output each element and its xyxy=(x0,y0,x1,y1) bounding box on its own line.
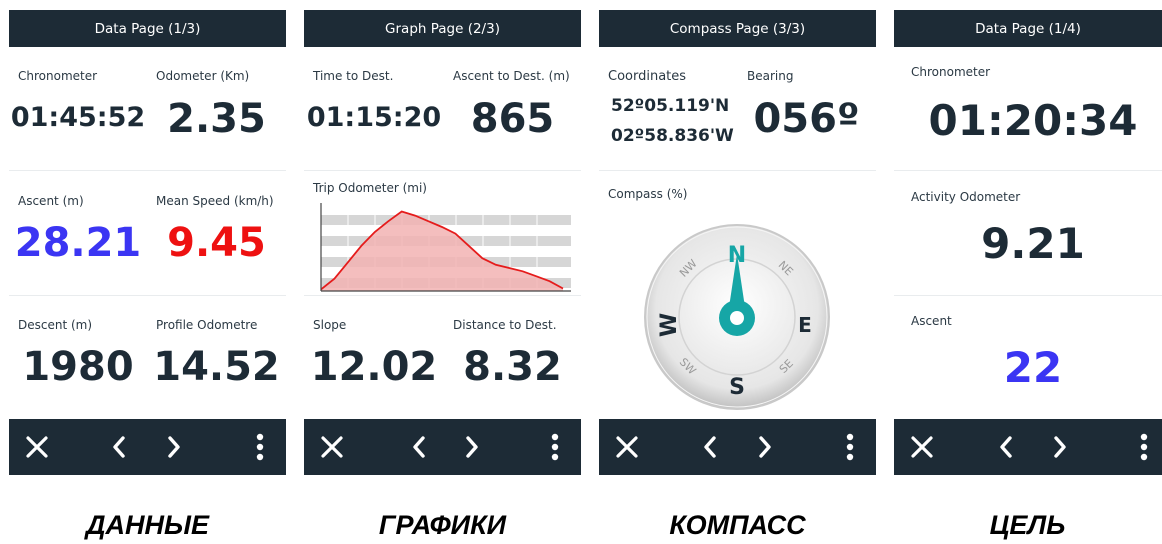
field-value: 1980 xyxy=(22,344,134,390)
screen-data-page-4: Data Page (1/4) Chronometer 01:20:34 Act… xyxy=(894,10,1162,475)
previous-page-button[interactable] xyxy=(101,419,137,475)
title-bar: Compass Page (3/3) xyxy=(599,10,876,47)
field-label: Ascent xyxy=(911,314,952,328)
chevron-right-icon xyxy=(466,436,478,458)
page-title: Data Page (1/4) xyxy=(975,20,1081,37)
graph-label: Trip Odometer (mi) xyxy=(313,181,427,195)
close-icon xyxy=(911,436,933,458)
divider xyxy=(894,170,1162,171)
chevron-left-icon xyxy=(113,436,125,458)
bearing-value: 056º xyxy=(753,96,860,142)
field-value: 14.52 xyxy=(153,344,280,390)
page-title: Compass Page (3/3) xyxy=(669,20,806,37)
field-label: Time to Dest. xyxy=(313,69,394,83)
divider xyxy=(894,295,1162,296)
caption: ГРАФИКИ xyxy=(378,510,507,540)
bottom-toolbar xyxy=(304,419,581,475)
coordinates-label: Coordinates xyxy=(608,69,687,84)
screen-graph-page: Graph Page (2/3) Time to Dest. Ascent to… xyxy=(304,10,581,475)
caption: ДАННЫЕ xyxy=(85,510,209,540)
field-label: Chronometer xyxy=(18,69,98,83)
cardinal-n: N xyxy=(728,243,746,268)
field-label: Distance to Dest. xyxy=(453,318,557,332)
close-button[interactable] xyxy=(9,419,65,475)
field-label: Odometer (Km) xyxy=(156,69,250,83)
bottom-toolbar xyxy=(894,419,1162,475)
chevron-right-icon xyxy=(168,436,180,458)
field-value: 9.21 xyxy=(981,219,1085,268)
more-options-button[interactable] xyxy=(242,419,278,475)
field-label: Chronometer xyxy=(911,65,991,79)
page-title: Graph Page (2/3) xyxy=(385,20,500,37)
compass-dial: N S E W NW NE SW SE xyxy=(644,224,830,410)
field-value: 22 xyxy=(1003,343,1063,392)
compass-label: Compass (%) xyxy=(608,187,688,201)
field-value: 2.35 xyxy=(167,96,266,142)
cardinal-w: W xyxy=(657,313,682,337)
field-value: 12.02 xyxy=(310,344,438,390)
bottom-toolbar xyxy=(599,419,876,475)
chevron-left-icon xyxy=(1000,436,1012,458)
field-value: 01:45:52 xyxy=(10,102,146,133)
field-value: 01:20:34 xyxy=(928,96,1138,145)
field-label: Descent (m) xyxy=(18,318,93,332)
close-button[interactable] xyxy=(894,419,950,475)
chevron-right-icon xyxy=(1054,436,1066,458)
field-label: Slope xyxy=(313,318,347,332)
close-button[interactable] xyxy=(599,419,655,475)
more-options-button[interactable] xyxy=(537,419,573,475)
more-options-button[interactable] xyxy=(832,419,868,475)
field-value: 01:15:20 xyxy=(306,102,442,133)
more-vertical-icon xyxy=(1140,433,1148,461)
close-button[interactable] xyxy=(304,419,360,475)
chevron-left-icon xyxy=(704,436,716,458)
divider xyxy=(304,170,581,171)
title-bar: Data Page (1/4) xyxy=(894,10,1162,47)
previous-page-button[interactable] xyxy=(988,419,1024,475)
more-options-button[interactable] xyxy=(1126,419,1162,475)
more-vertical-icon xyxy=(256,433,264,461)
divider xyxy=(9,170,286,171)
cardinal-s: S xyxy=(729,375,745,400)
field-value: 28.21 xyxy=(14,220,142,266)
field-label: Profile Odometre xyxy=(156,318,258,332)
field-label: Ascent (m) xyxy=(18,194,84,208)
next-page-button[interactable] xyxy=(1042,419,1078,475)
cardinal-e: E xyxy=(798,313,812,337)
divider xyxy=(599,170,876,171)
screen-data-page-1: Data Page (1/3) Chronometer Odometer (Km… xyxy=(9,10,286,475)
chevron-left-icon xyxy=(413,436,425,458)
more-vertical-icon xyxy=(846,433,854,461)
field-value: 9.45 xyxy=(167,220,266,266)
title-bar: Data Page (1/3) xyxy=(9,10,286,47)
next-page-button[interactable] xyxy=(454,419,490,475)
caption: ЦЕЛЬ xyxy=(989,510,1066,540)
trip-odometer-graph xyxy=(320,203,571,292)
previous-page-button[interactable] xyxy=(401,419,437,475)
screen-compass-page: Compass Page (3/3) Coordinates Bearing 5… xyxy=(599,10,876,475)
bearing-label: Bearing xyxy=(747,69,794,83)
next-page-button[interactable] xyxy=(747,419,783,475)
title-bar: Graph Page (2/3) xyxy=(304,10,581,47)
divider xyxy=(9,295,286,296)
field-value: 8.32 xyxy=(463,344,562,390)
close-icon xyxy=(321,436,343,458)
field-label: Ascent to Dest. (m) xyxy=(453,69,570,83)
more-vertical-icon xyxy=(551,433,559,461)
close-icon xyxy=(616,436,638,458)
field-value: 865 xyxy=(470,96,555,142)
chevron-right-icon xyxy=(759,436,771,458)
field-label: Mean Speed (km/h) xyxy=(156,194,274,208)
close-icon xyxy=(26,436,48,458)
page-title: Data Page (1/3) xyxy=(94,20,201,37)
field-label: Activity Odometer xyxy=(911,190,1021,204)
latitude-value: 52º05.119'N xyxy=(611,96,730,116)
bottom-toolbar xyxy=(9,419,286,475)
longitude-value: 02º58.836'W xyxy=(611,126,734,146)
divider xyxy=(304,295,581,296)
next-page-button[interactable] xyxy=(156,419,192,475)
caption: КОМПАСС xyxy=(669,510,806,540)
previous-page-button[interactable] xyxy=(692,419,728,475)
